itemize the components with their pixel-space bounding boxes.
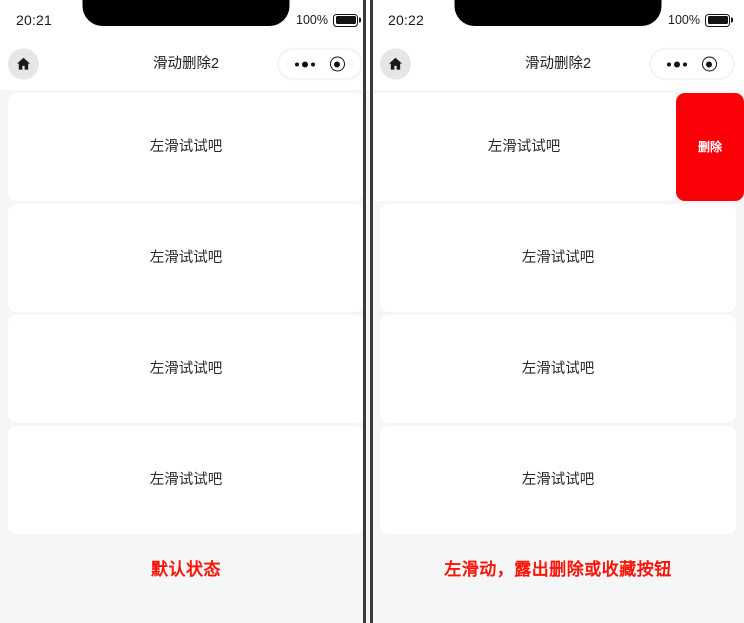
swipe-list: 左滑试试吧 左滑试试吧 左滑试试吧 左滑试试吧 [0, 90, 372, 534]
status-time: 20:21 [16, 12, 53, 28]
phone-panel-swiped: 20:22 100% 滑动删除2 左滑试试吧 删除 左滑试试吧 左滑试试吧 左滑… [372, 0, 744, 623]
home-icon [388, 57, 403, 70]
list-item[interactable]: 左滑试试吧 [372, 204, 744, 312]
list-item[interactable]: 左滑试试吧 [372, 426, 744, 534]
status-time: 20:22 [388, 12, 425, 28]
list-item[interactable]: 左滑试试吧 [0, 426, 372, 534]
delete-button[interactable]: 删除 [676, 93, 744, 201]
list-item-card[interactable]: 左滑试试吧 [380, 315, 736, 423]
battery-percent-label: 100% [668, 12, 700, 27]
nav-bar: 滑动删除2 [0, 38, 372, 90]
list-item-label: 左滑试试吧 [521, 471, 595, 488]
dynamic-island [454, 0, 662, 26]
miniprogram-capsule[interactable] [650, 48, 734, 80]
list-item-card[interactable]: 左滑试试吧 [8, 93, 364, 201]
list-item[interactable]: 左滑试试吧 [0, 204, 372, 312]
target-circle-icon[interactable] [701, 56, 717, 72]
list-item-label: 左滑试试吧 [521, 249, 595, 266]
dynamic-island [82, 0, 290, 26]
list-item-label: 左滑试试吧 [521, 360, 595, 377]
list-item-card[interactable]: 左滑试试吧 [372, 93, 676, 201]
status-bar: 20:21 100% [0, 0, 372, 38]
miniprogram-capsule[interactable] [278, 48, 362, 80]
list-item-label: 左滑试试吧 [487, 138, 561, 155]
delete-button-label: 删除 [697, 140, 722, 154]
battery-full-icon [705, 13, 733, 27]
battery-percent-label: 100% [296, 12, 328, 27]
list-item-card[interactable]: 左滑试试吧 [380, 204, 736, 312]
list-item-label: 左滑试试吧 [149, 360, 223, 377]
home-icon [16, 57, 31, 70]
more-dots-icon[interactable] [667, 61, 688, 67]
panel-caption: 左滑动，露出删除或收藏按钮 [444, 560, 672, 579]
list-item[interactable]: 左滑试试吧 [0, 315, 372, 423]
list-item-label: 左滑试试吧 [149, 249, 223, 266]
panel-divider-left [363, 0, 366, 623]
list-item-card[interactable]: 左滑试试吧 [8, 315, 364, 423]
status-indicators: 100% [668, 12, 733, 27]
list-item[interactable]: 左滑试试吧 [372, 315, 744, 423]
list-item-label: 左滑试试吧 [149, 138, 223, 155]
list-item-swiped[interactable]: 左滑试试吧 删除 [372, 93, 744, 201]
list-item-label: 左滑试试吧 [149, 471, 223, 488]
target-circle-icon[interactable] [329, 56, 345, 72]
nav-bar: 滑动删除2 [372, 38, 744, 90]
status-bar: 20:22 100% [372, 0, 744, 38]
home-button[interactable] [8, 48, 39, 80]
battery-full-icon [333, 13, 361, 27]
comparison-stage: 20:21 100% 滑动删除2 左滑试试吧 左滑试试吧 左滑试试吧 左滑试试吧… [0, 0, 744, 623]
status-indicators: 100% [296, 12, 361, 27]
list-item[interactable]: 左滑试试吧 [0, 93, 372, 201]
list-item-card[interactable]: 左滑试试吧 [8, 204, 364, 312]
list-item-card[interactable]: 左滑试试吧 [8, 426, 364, 534]
phone-panel-default: 20:21 100% 滑动删除2 左滑试试吧 左滑试试吧 左滑试试吧 左滑试试吧… [0, 0, 372, 623]
more-dots-icon[interactable] [295, 61, 316, 67]
home-button[interactable] [380, 48, 411, 80]
panel-caption: 默认状态 [151, 560, 221, 579]
swipe-list: 左滑试试吧 删除 左滑试试吧 左滑试试吧 左滑试试吧 [372, 90, 744, 534]
panel-divider-right [370, 0, 373, 623]
list-item-card[interactable]: 左滑试试吧 [380, 426, 736, 534]
